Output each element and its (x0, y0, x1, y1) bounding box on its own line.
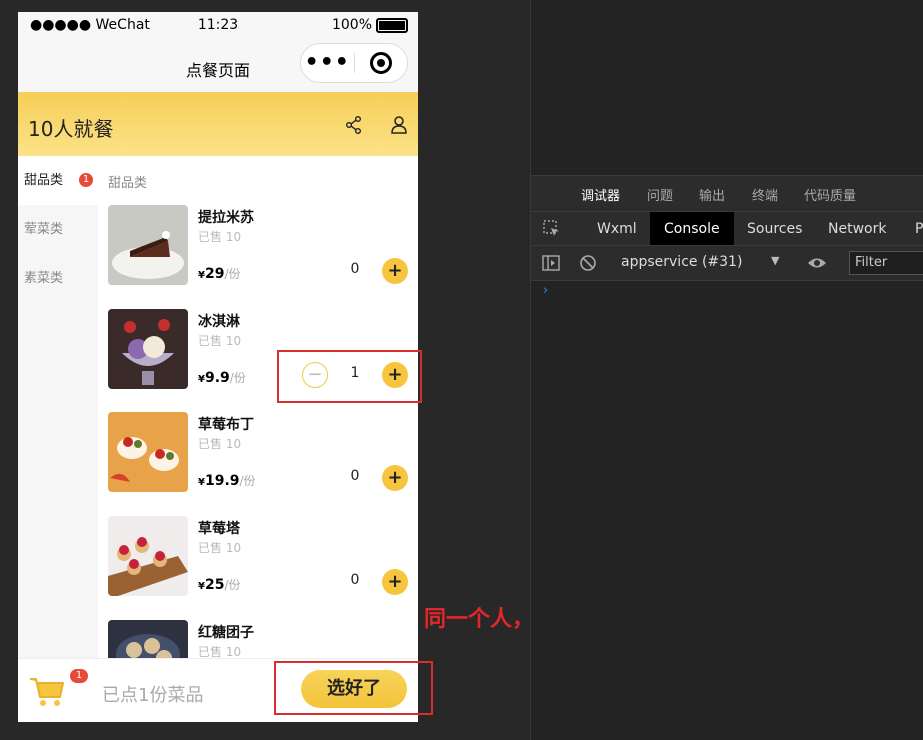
status-bar: ●●●●● WeChat 11:23 100% (18, 12, 418, 40)
currency-symbol: ¥ (198, 477, 205, 488)
category-meat[interactable]: 荤菜类 (18, 205, 98, 254)
order-highlight-box (274, 661, 433, 715)
dish-price: ¥25/份 (198, 576, 241, 593)
add-button[interactable]: + (382, 569, 408, 595)
menu-capsule: ••• (300, 43, 408, 83)
section-title: 甜品类 (108, 176, 148, 191)
tab-sources[interactable]: Sources (733, 212, 816, 246)
menu-item: 红糖团子 已售 10 (108, 620, 408, 658)
add-button[interactable]: + (382, 465, 408, 491)
toggle-sidebar-icon[interactable] (542, 254, 560, 272)
quantity-value: 0 (350, 261, 360, 277)
dish-sold: 已售 10 (198, 645, 242, 658)
console-prompt[interactable]: › (543, 283, 548, 298)
devtools-panel: 调试器 问题 输出 终端 代码质量 Wxml Console Sources N… (530, 0, 923, 740)
tab-console[interactable]: Console (650, 212, 734, 246)
menu-item: 草莓布丁 已售 10 ¥19.9/份 0 + (108, 412, 408, 494)
dish-image-strawberry-tart (108, 516, 188, 596)
tab-wxml[interactable]: Wxml (583, 212, 651, 246)
more-button[interactable]: ••• (301, 44, 354, 82)
category-label: 素菜类 (24, 271, 64, 286)
tab-output[interactable]: 输出 (699, 185, 725, 204)
price-value: 25 (204, 577, 225, 593)
share-icon[interactable] (344, 115, 364, 135)
close-button[interactable] (354, 52, 407, 74)
devtools-top-tabs: 调试器 问题 输出 终端 代码质量 (531, 175, 923, 214)
dish-sold: 已售 10 (198, 334, 242, 348)
add-button[interactable]: + (382, 258, 408, 284)
category-vegetable[interactable]: 素菜类 (18, 254, 98, 303)
cart-icon[interactable] (28, 671, 66, 709)
eye-icon[interactable] (807, 255, 827, 271)
category-label: 甜品类 (24, 173, 64, 188)
price-unit: /份 (224, 267, 241, 281)
tab-more[interactable]: P (901, 212, 923, 246)
cart-summary: 已点1份菜品 (102, 685, 204, 706)
price-value: 29 (204, 266, 225, 282)
dish-image-ice-cream (108, 309, 188, 389)
category-desserts[interactable]: 甜品类 1 (18, 156, 98, 205)
category-label: 荤菜类 (24, 222, 64, 237)
quantity-highlight-box (277, 350, 422, 403)
quantity-value: 0 (350, 572, 360, 588)
filter-input[interactable]: Filter (849, 251, 923, 275)
console-toolbar: appservice (#31) ▼ Filter (531, 245, 923, 281)
chevron-down-icon[interactable]: ▼ (771, 254, 779, 267)
menu-item: 草莓塔 已售 10 ¥25/份 0 + (108, 516, 408, 598)
dish-sold: 已售 10 (198, 230, 242, 244)
price-unit: /份 (229, 371, 246, 385)
dish-image-strawberry-pudding (108, 412, 188, 492)
dish-price: ¥29/份 (198, 265, 241, 282)
price-value: 19.9 (204, 473, 240, 489)
dish-name: 草莓塔 (198, 521, 240, 537)
clear-console-icon[interactable] (579, 254, 597, 272)
menu-item: 提拉米苏 已售 10 ¥29/份 0 + (108, 205, 408, 287)
party-size: 10人就餐 (28, 117, 114, 141)
battery-percent: 100% (331, 17, 372, 33)
dish-name: 草莓布丁 (198, 417, 254, 433)
dish-sold: 已售 10 (198, 541, 242, 555)
dish-image-brown-sugar-dumpling (108, 620, 188, 658)
party-header: 10人就餐 (18, 92, 418, 156)
tab-network[interactable]: Network (814, 212, 900, 246)
context-select[interactable]: appservice (#31) (621, 254, 742, 270)
currency-symbol: ¥ (198, 374, 205, 385)
battery-icon (376, 17, 408, 33)
dish-name: 冰淇淋 (198, 314, 240, 330)
battery-status: 100% (332, 17, 408, 33)
tab-terminal[interactable]: 终端 (752, 185, 778, 204)
quantity-value: 0 (350, 468, 360, 484)
dish-name: 提拉米苏 (198, 210, 254, 226)
cart-badge: 1 (70, 669, 88, 683)
price-unit: /份 (239, 474, 256, 488)
price-unit: /份 (224, 578, 241, 592)
close-target-icon (369, 52, 392, 74)
dish-price: ¥9.9/份 (198, 369, 246, 386)
navigation-bar: 点餐页面 ••• (18, 40, 418, 92)
dish-sold: 已售 10 (198, 437, 242, 451)
user-icon[interactable] (389, 115, 409, 135)
inspect-element-icon[interactable] (543, 220, 561, 238)
price-value: 9.9 (204, 370, 230, 386)
devtools-tabs: Wxml Console Sources Network P (531, 211, 923, 246)
dish-image-tiramisu (108, 205, 188, 285)
dish-name: 红糖团子 (198, 625, 254, 641)
tab-code-quality[interactable]: 代码质量 (804, 185, 856, 204)
category-sidebar: 甜品类 1 荤菜类 素菜类 (18, 156, 98, 658)
currency-symbol: ¥ (198, 270, 205, 281)
category-badge: 1 (79, 173, 93, 187)
currency-symbol: ¥ (198, 581, 205, 592)
dish-price: ¥19.9/份 (198, 472, 256, 489)
tab-debugger[interactable]: 调试器 (581, 185, 621, 214)
tab-issues[interactable]: 问题 (647, 185, 673, 204)
